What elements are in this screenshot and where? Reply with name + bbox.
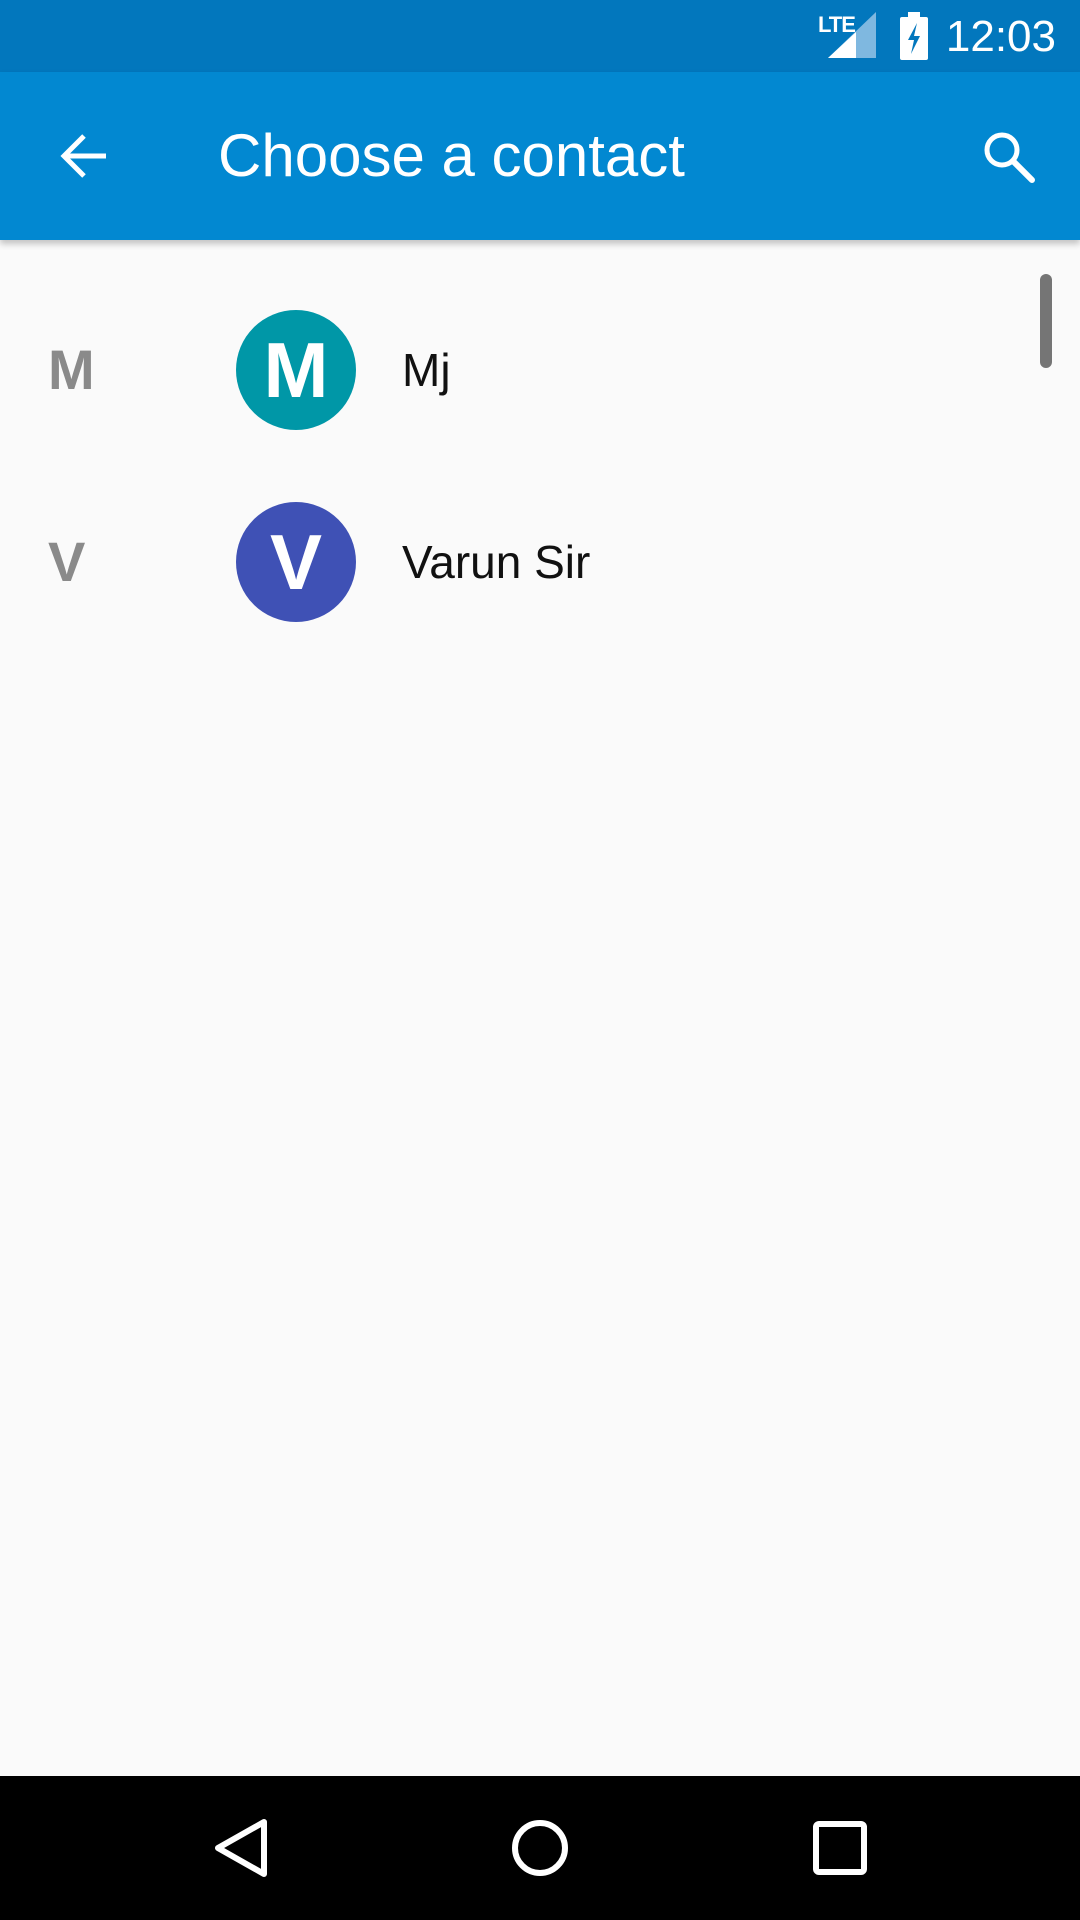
contact-avatar: M [236, 310, 356, 430]
nav-back-icon [215, 1819, 267, 1877]
section-header-letter: V [48, 530, 86, 593]
nav-home-icon [512, 1820, 568, 1876]
search-button[interactable] [966, 114, 1050, 198]
nav-home-button[interactable] [492, 1800, 588, 1896]
scrollbar-thumb[interactable] [1040, 274, 1052, 368]
nav-recents-button[interactable] [792, 1800, 888, 1896]
battery-charging-icon [900, 12, 928, 60]
contact-row-varun-sir[interactable]: V V Varun Sir [0, 466, 1080, 658]
contact-list: M M Mj V V Varun Sir [0, 240, 1080, 1776]
contact-picker-screen: LTE 12:03 Choose a contact M M Mj V V Va… [0, 0, 1080, 1920]
clock-time: 12:03 [945, 12, 1056, 61]
app-bar: Choose a contact [0, 72, 1080, 240]
section-header-letter: M [48, 338, 95, 401]
contact-name: Varun Sir [402, 536, 591, 588]
search-icon [984, 132, 1035, 183]
signal-icon [828, 12, 876, 58]
arrow-back-icon [60, 134, 106, 178]
nav-back-button[interactable] [192, 1800, 288, 1896]
navigation-bar [0, 1776, 1080, 1920]
status-bar: LTE 12:03 [0, 0, 1080, 72]
contact-name: Mj [402, 344, 451, 396]
back-button[interactable] [42, 114, 126, 198]
contact-row-mj[interactable]: M M Mj [0, 274, 1080, 466]
contact-avatar: V [236, 502, 356, 622]
nav-recents-icon [813, 1821, 867, 1875]
page-title: Choose a contact [218, 122, 685, 189]
